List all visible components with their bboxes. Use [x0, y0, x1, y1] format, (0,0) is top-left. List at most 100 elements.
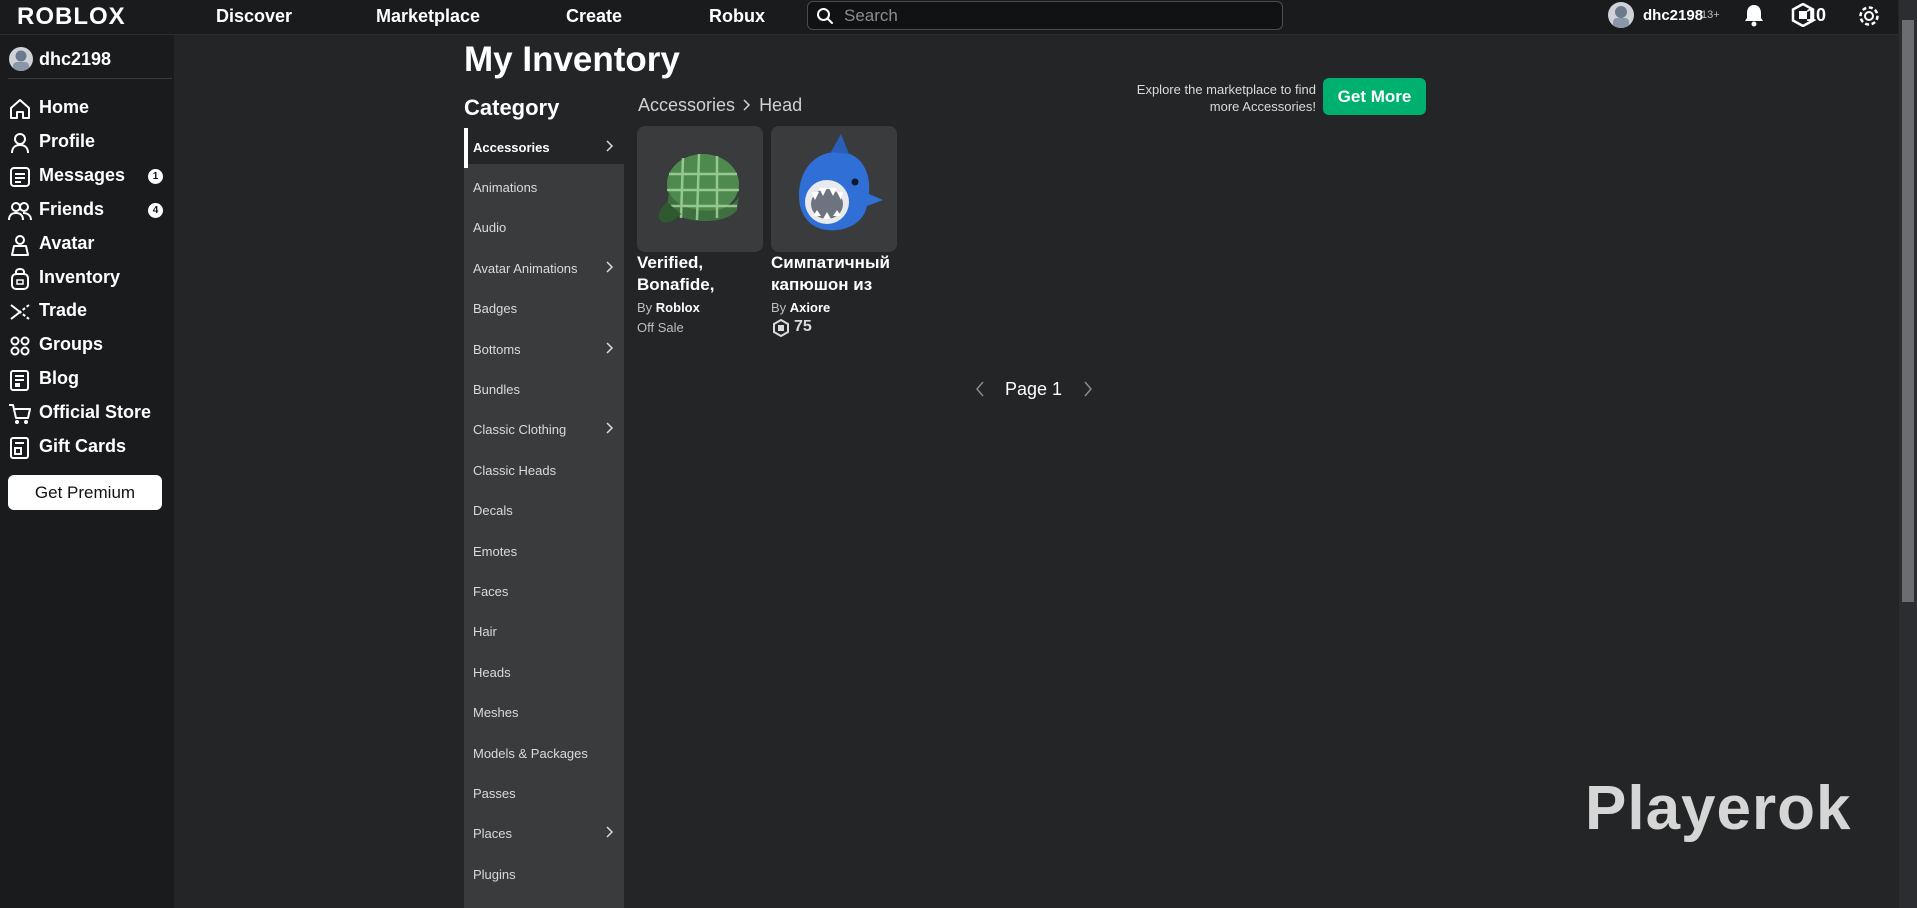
robux-balance[interactable]: 10: [1806, 5, 1826, 26]
age-badge: 13+: [1701, 9, 1720, 21]
sidebar-item-messages[interactable]: Messages 1: [8, 163, 168, 191]
sidebar-item-inventory[interactable]: Inventory: [8, 265, 168, 293]
nav-marketplace[interactable]: Marketplace: [376, 6, 480, 27]
category-label: Faces: [473, 584, 509, 599]
item-price-status: Off Sale: [637, 320, 684, 335]
get-more-button[interactable]: Get More: [1323, 78, 1426, 115]
item-creator: By Axiore: [771, 300, 830, 315]
nav-robux[interactable]: Robux: [709, 6, 765, 27]
item-name[interactable]: Симпатичный капюшон из: [771, 252, 901, 296]
item-name[interactable]: Verified, Bonafide,: [637, 252, 767, 296]
sidebar-item-blog[interactable]: Blog: [8, 366, 168, 394]
nav-discover[interactable]: Discover: [216, 6, 292, 27]
category-places[interactable]: Places: [464, 814, 624, 850]
category-label: Bundles: [473, 382, 520, 397]
category-label: Animations: [473, 180, 538, 195]
profile-icon: [11, 133, 29, 154]
item-thumbnail[interactable]: [637, 126, 763, 252]
category-bundles[interactable]: Bundles: [464, 370, 624, 406]
sidebar-item-trade[interactable]: Trade: [8, 298, 168, 326]
sidebar-item-official-store[interactable]: Official Store: [8, 400, 168, 428]
item-name-line: капюшон из: [771, 275, 873, 294]
get-premium-button[interactable]: Get Premium: [8, 475, 162, 510]
item-name-line: Симпатичный: [771, 253, 890, 272]
blog-icon: [10, 370, 29, 391]
chevron-right-icon: [606, 342, 614, 354]
previous-page-button[interactable]: [973, 380, 987, 398]
scrollbar-thumb[interactable]: [1902, 20, 1914, 602]
roblox-logo[interactable]: ROBLOX: [17, 3, 126, 31]
messages-count-badge: 1: [148, 169, 163, 184]
category-passes[interactable]: Passes: [464, 774, 624, 810]
category-faces[interactable]: Faces: [464, 572, 624, 608]
search-box[interactable]: [807, 1, 1283, 30]
breadcrumb-parent[interactable]: Accessories: [638, 95, 735, 115]
user-avatar[interactable]: [1608, 2, 1634, 28]
sidebar-item-home[interactable]: Home: [8, 95, 168, 123]
green-plaid-cap-image: [658, 153, 739, 223]
category-badges[interactable]: Badges: [464, 289, 624, 325]
category-bottoms[interactable]: Bottoms: [464, 330, 624, 366]
bell-icon[interactable]: [1743, 3, 1765, 27]
inventory-icon: [11, 267, 29, 290]
category-label: Badges: [473, 301, 518, 316]
watermark: Playerok: [1585, 774, 1852, 843]
sidebar-avatar: [9, 47, 33, 71]
creator-link[interactable]: Axiore: [790, 300, 830, 315]
home-icon: [10, 99, 30, 119]
category-emotes[interactable]: Emotes: [464, 532, 624, 568]
category-audio[interactable]: Audio: [464, 208, 624, 244]
category-label: Avatar Animations: [473, 261, 578, 276]
category-label: Models & Packages: [473, 746, 588, 761]
user-name[interactable]: dhc2198: [1643, 7, 1703, 24]
left-sidebar: dhc2198 Home Profile Messages 1 Friends …: [0, 35, 174, 908]
nav-create[interactable]: Create: [566, 6, 622, 27]
sidebar-divider: [8, 78, 172, 79]
category-label: Classic Clothing: [473, 422, 567, 437]
item-thumbnail[interactable]: [771, 126, 897, 252]
category-heads[interactable]: Heads: [464, 653, 624, 689]
trade-icon: [10, 304, 30, 320]
sidebar-item-label: Groups: [39, 334, 104, 354]
breadcrumb-current: Head: [759, 94, 803, 115]
by-label: By: [637, 300, 653, 315]
category-meshes[interactable]: Meshes: [464, 693, 624, 729]
groups-icon: [10, 336, 30, 356]
sidebar-item-label: Gift Cards: [39, 436, 127, 456]
category-label: Accessories: [473, 140, 550, 155]
page-scrollbar[interactable]: [1899, 0, 1917, 908]
item-name-line: Verified,: [637, 253, 704, 272]
gear-icon[interactable]: [1856, 3, 1882, 29]
next-page-button[interactable]: [1081, 380, 1095, 398]
chevron-right-icon: [743, 99, 751, 111]
sidebar-item-gift-cards[interactable]: Gift Cards: [8, 434, 168, 462]
category-label: Passes: [473, 786, 516, 801]
sidebar-item-avatar[interactable]: Avatar: [8, 231, 168, 259]
creator-link[interactable]: Roblox: [656, 300, 700, 315]
chevron-right-icon: [606, 261, 614, 273]
category-hair[interactable]: Hair: [464, 612, 624, 648]
sidebar-item-friends[interactable]: Friends 4: [8, 197, 168, 225]
gift-card-icon: [10, 437, 29, 459]
search-input[interactable]: [842, 5, 1276, 27]
sidebar-item-profile[interactable]: Profile: [8, 129, 168, 157]
category-classic-clothing[interactable]: Classic Clothing: [464, 410, 624, 446]
top-navigation-bar: ROBLOX Discover Marketplace Create Robux…: [0, 0, 1898, 35]
category-plugins[interactable]: Plugins: [464, 855, 624, 891]
category-avatar-animations[interactable]: Avatar Animations: [464, 249, 624, 285]
sidebar-username: dhc2198: [39, 49, 112, 69]
robux-icon: [773, 319, 789, 337]
sidebar-item-label: Avatar: [39, 233, 95, 253]
category-label: Emotes: [473, 544, 518, 559]
avatar-icon: [11, 235, 29, 256]
category-label: Audio: [473, 220, 507, 235]
category-label: Plugins: [473, 867, 516, 882]
category-models-packages[interactable]: Models & Packages: [464, 734, 624, 770]
category-label: Bottoms: [473, 342, 521, 357]
chevron-right-icon: [606, 140, 614, 152]
category-accessories[interactable]: Accessories: [464, 128, 624, 168]
category-decals[interactable]: Decals: [464, 491, 624, 527]
category-animations[interactable]: Animations: [464, 168, 624, 204]
sidebar-item-groups[interactable]: Groups: [8, 332, 168, 360]
category-classic-heads[interactable]: Classic Heads: [464, 451, 624, 487]
